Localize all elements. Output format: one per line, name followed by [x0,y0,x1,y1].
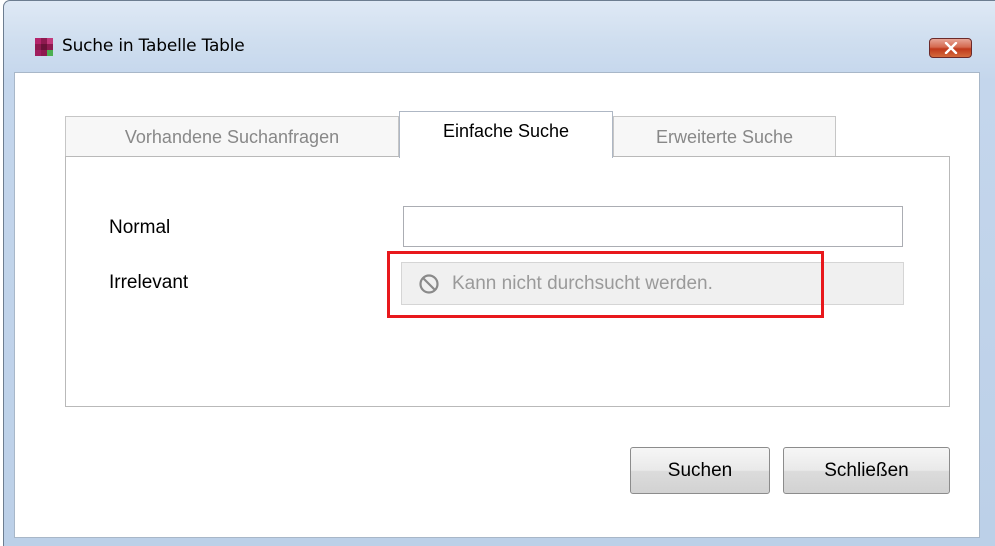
tab-einfache-suche[interactable]: Einfache Suche [399,111,613,158]
title-bar[interactable]: Suche in Tabelle Table [4,1,995,73]
tab-label: Einfache Suche [442,120,570,141]
app-icon [35,38,53,56]
tab-erweiterte-suche[interactable]: Erweiterte Suche [613,116,836,157]
normal-input[interactable] [403,206,903,247]
window-title: Suche in Tabelle Table [62,36,245,56]
tab-label: Erweiterte Suche [655,126,794,147]
close-button-label: Schließen [824,459,909,481]
tab-vorhandene-suchanfragen[interactable]: Vorhandene Suchanfragen [65,116,399,157]
window-close-button[interactable] [929,38,972,58]
highlight-box [387,251,824,318]
irrelevant-label: Irrelevant [109,272,189,293]
close-button[interactable]: Schließen [783,447,950,494]
search-button-label: Suchen [667,459,733,481]
search-button[interactable]: Suchen [630,447,770,494]
tab-label: Vorhandene Suchanfragen [124,126,340,147]
close-icon [944,42,957,54]
normal-label: Normal [109,217,171,238]
